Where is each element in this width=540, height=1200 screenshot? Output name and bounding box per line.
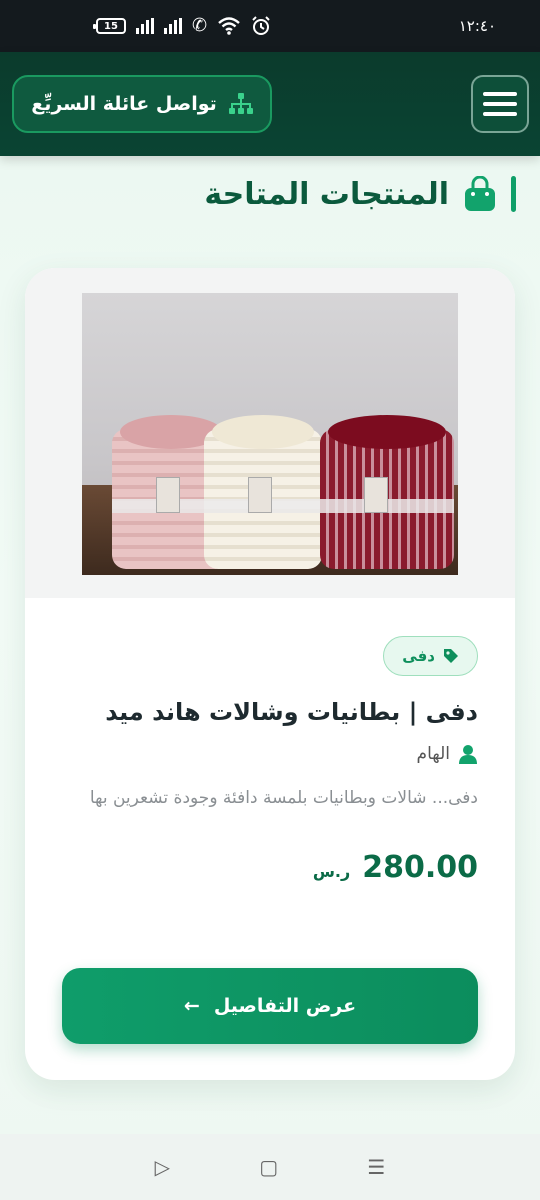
title-accent-bar	[511, 176, 516, 212]
signal-icon-2	[164, 18, 182, 34]
shopping-bag-icon	[465, 176, 495, 211]
product-card-body: دفى دفى | بطانيات وشالات هاند ميد الهام …	[25, 598, 515, 885]
status-icons: 15 ✆	[93, 15, 271, 36]
menu-button[interactable]	[471, 75, 529, 133]
brand-label: تواصل عائلة السريِّع	[31, 93, 217, 115]
seller-name: الهام	[416, 744, 450, 764]
section-heading: المنتجات المتاحة	[204, 172, 516, 216]
hamburger-menu-icon	[483, 92, 517, 96]
wifi-icon	[218, 17, 240, 35]
user-icon	[459, 745, 477, 764]
product-price: 280.00	[362, 850, 478, 885]
alarm-icon	[252, 16, 270, 35]
status-bar: 15 ✆ ١٢:٤٠	[0, 0, 540, 52]
page-title: المنتجات المتاحة	[204, 176, 449, 212]
tag-icon	[444, 649, 458, 663]
category-label: دفى	[402, 647, 435, 665]
seller-info: الهام	[62, 744, 478, 764]
arrow-left-icon: ←	[183, 995, 200, 1017]
brand-button[interactable]: تواصل عائلة السريِّع	[12, 75, 272, 133]
battery-icon: 15	[93, 18, 126, 34]
home-icon[interactable]: ▢	[259, 1155, 278, 1179]
sitemap-icon	[228, 93, 253, 114]
view-details-label: عرض التفاصيل	[213, 995, 357, 1017]
clock: ١٢:٤٠	[458, 17, 496, 35]
view-details-button[interactable]: عرض التفاصيل ←	[62, 968, 478, 1044]
app-header: تواصل عائلة السريِّع	[0, 52, 540, 156]
product-description: دفى... شالات وبطانيات بلمسة دافئة وجودة …	[89, 788, 478, 808]
system-nav-bar: ▷ ▢ ☰	[0, 1134, 540, 1200]
wifi-call-icon: ✆	[192, 15, 208, 36]
product-title: دفى | بطانيات وشالات هاند ميد	[105, 698, 478, 726]
price-row: 280.00 ر.س	[62, 850, 478, 885]
category-badge[interactable]: دفى	[383, 636, 478, 676]
back-icon[interactable]: ▷	[155, 1155, 170, 1179]
currency-label: ر.س	[312, 862, 351, 881]
battery-level: 15	[104, 20, 118, 32]
recents-icon[interactable]: ☰	[367, 1155, 385, 1179]
signal-icon	[136, 18, 154, 34]
product-image[interactable]	[82, 293, 458, 575]
product-card[interactable]: دفى دفى | بطانيات وشالات هاند ميد الهام …	[25, 268, 515, 1080]
product-image-area	[25, 268, 515, 598]
